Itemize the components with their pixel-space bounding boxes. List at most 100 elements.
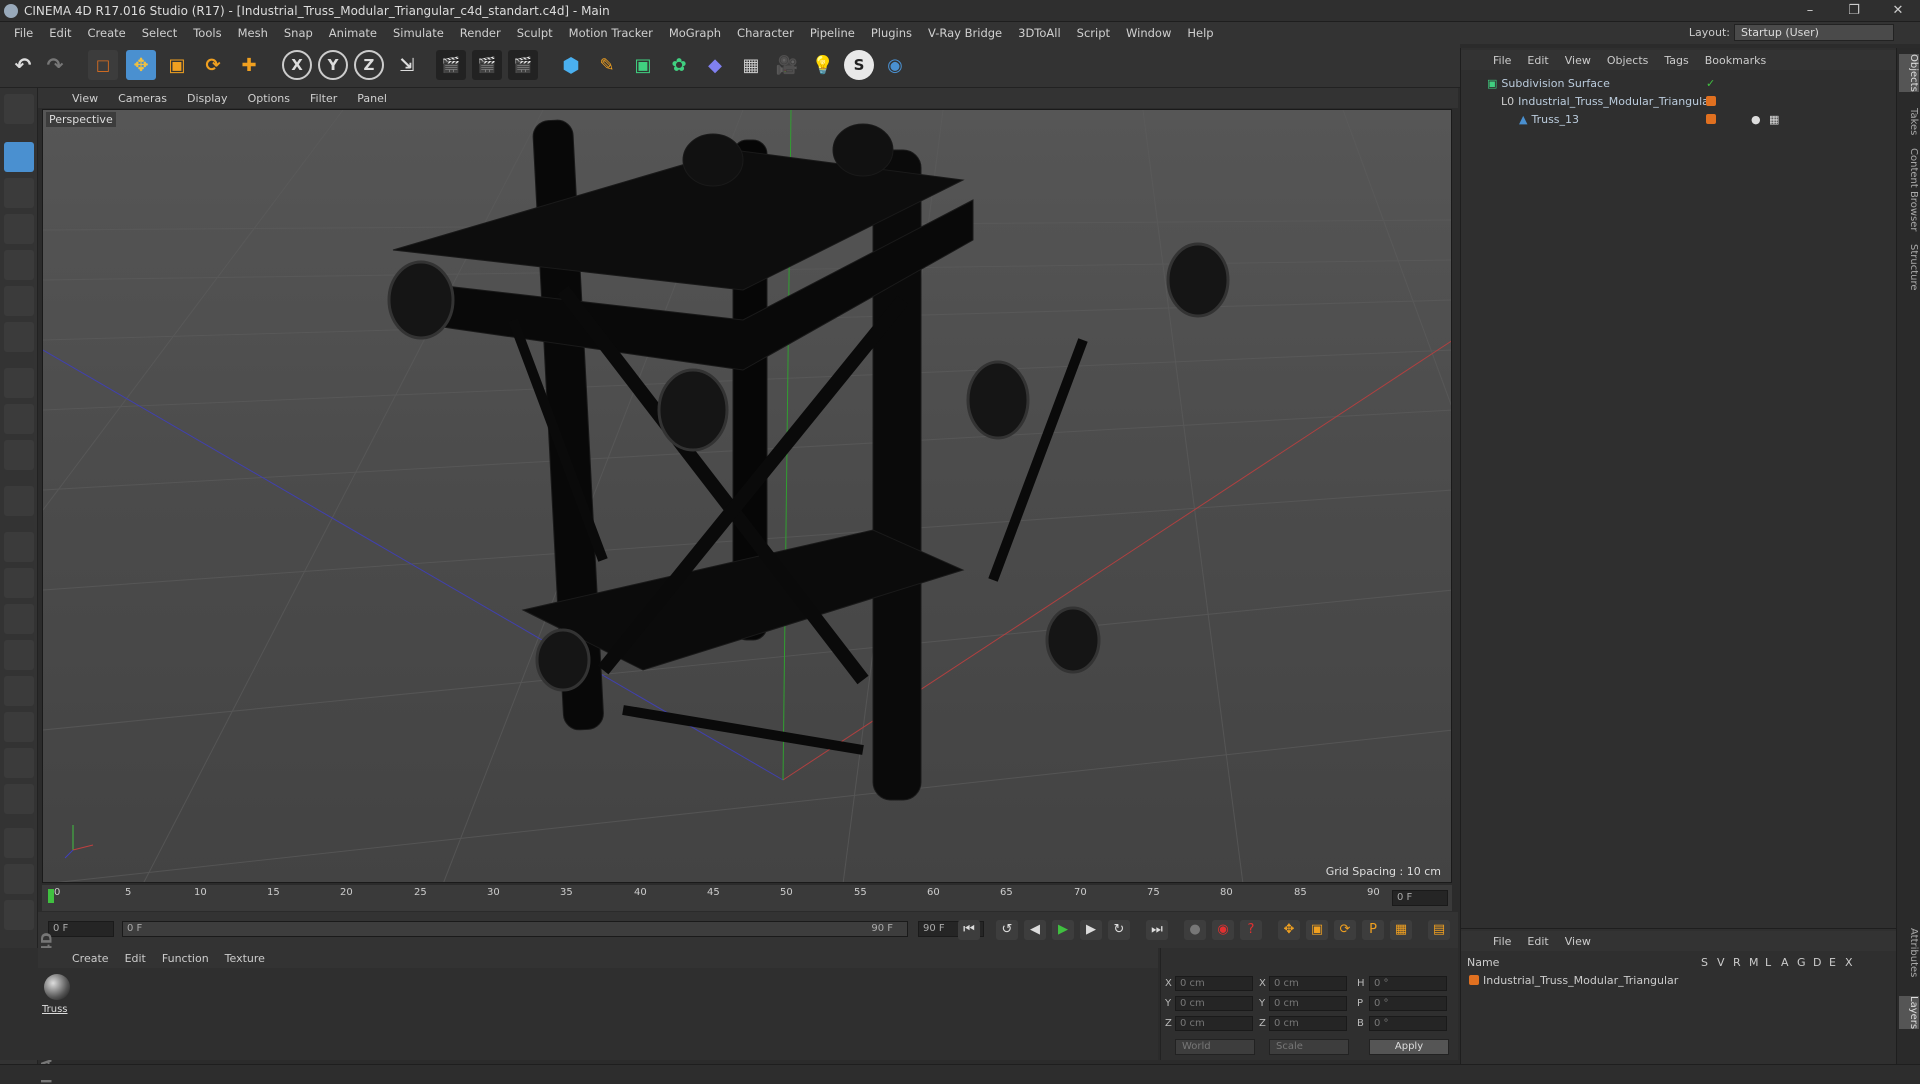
- cube-primitive-icon[interactable]: ⬢: [556, 50, 586, 80]
- rotation-h-field[interactable]: 0 °: [1369, 976, 1447, 991]
- camera-icon[interactable]: 🎥: [772, 50, 802, 80]
- material-menu-create[interactable]: Create: [64, 952, 117, 965]
- size-x-field[interactable]: 0 cm: [1269, 976, 1347, 991]
- layer-menu-edit[interactable]: Edit: [1519, 935, 1556, 948]
- close-button[interactable]: ✕: [1876, 0, 1920, 22]
- scale-icon[interactable]: ▣: [162, 50, 192, 80]
- key-point-level-icon[interactable]: ▦: [1390, 920, 1412, 940]
- tab-content-browser[interactable]: Content Browser: [1899, 148, 1919, 231]
- object-name[interactable]: Industrial_Truss_Modular_Triangular: [1518, 95, 1713, 108]
- render-picture-viewer-icon[interactable]: 🎬: [472, 50, 502, 80]
- menu-help[interactable]: Help: [1179, 26, 1221, 40]
- menu-animate[interactable]: Animate: [321, 26, 385, 40]
- apply-button[interactable]: Apply: [1369, 1039, 1449, 1055]
- workplane-icon[interactable]: [4, 864, 34, 894]
- texture-tag-icon[interactable]: ▦: [1769, 113, 1779, 126]
- texture-mode-icon[interactable]: [4, 178, 34, 208]
- magnet-icon[interactable]: [4, 486, 34, 516]
- snap-point-icon[interactable]: [4, 604, 34, 634]
- menu-vray-bridge[interactable]: V-Ray Bridge: [920, 26, 1010, 40]
- next-frame-icon[interactable]: ▶: [1080, 920, 1102, 940]
- snap-edge-icon[interactable]: [4, 640, 34, 670]
- material-menu-texture[interactable]: Texture: [217, 952, 273, 965]
- deformer-icon[interactable]: ◆: [700, 50, 730, 80]
- previous-key-icon[interactable]: ↺: [996, 920, 1018, 940]
- key-rotation-icon[interactable]: ⟳: [1334, 920, 1356, 940]
- python-script-icon[interactable]: [4, 900, 34, 930]
- menu-character[interactable]: Character: [729, 26, 802, 40]
- material-menu-edit[interactable]: Edit: [117, 952, 154, 965]
- viewport-menu-view[interactable]: View: [62, 92, 108, 105]
- snap-spline-icon[interactable]: [4, 712, 34, 742]
- enabled-check-icon[interactable]: ✓: [1706, 77, 1715, 90]
- layer-name[interactable]: Industrial_Truss_Modular_Triangular: [1483, 974, 1678, 987]
- rotation-p-field[interactable]: 0 °: [1369, 996, 1447, 1011]
- layer-color-swatch[interactable]: [1469, 975, 1479, 985]
- subdivision-generator-icon[interactable]: ▣: [628, 50, 658, 80]
- menu-sculpt[interactable]: Sculpt: [509, 26, 561, 40]
- size-y-field[interactable]: 0 cm: [1269, 996, 1347, 1011]
- workplane-mode-icon[interactable]: [4, 214, 34, 244]
- menu-create[interactable]: Create: [80, 26, 134, 40]
- snap-grid-icon[interactable]: [4, 748, 34, 778]
- snap-guide-icon[interactable]: [4, 784, 34, 814]
- rotation-b-field[interactable]: 0 °: [1369, 1016, 1447, 1031]
- viewport-menu-panel[interactable]: Panel: [347, 92, 397, 105]
- go-to-end-icon[interactable]: ⏭: [1146, 920, 1168, 940]
- polygons-mode-icon[interactable]: [4, 322, 34, 352]
- tab-attributes[interactable]: Attributes: [1899, 928, 1919, 977]
- position-x-field[interactable]: 0 cm: [1175, 976, 1253, 991]
- menu-3dtoall[interactable]: 3DToAll: [1010, 26, 1069, 40]
- viewport-menu-filter[interactable]: Filter: [300, 92, 347, 105]
- object-menu-edit[interactable]: Edit: [1519, 54, 1556, 67]
- menu-pipeline[interactable]: Pipeline: [802, 26, 863, 40]
- model-mode-icon[interactable]: [4, 142, 34, 172]
- go-to-start-icon[interactable]: ⏮: [958, 920, 980, 940]
- viewport-menu-cameras[interactable]: Cameras: [108, 92, 177, 105]
- menu-select[interactable]: Select: [134, 26, 185, 40]
- snap-axis-icon[interactable]: [4, 568, 34, 598]
- material-menu-function[interactable]: Function: [154, 952, 217, 965]
- x-axis-lock-button[interactable]: X: [282, 50, 312, 80]
- menu-mograph[interactable]: MoGraph: [661, 26, 729, 40]
- previous-frame-icon[interactable]: ◀: [1024, 920, 1046, 940]
- script-icon[interactable]: S: [844, 50, 874, 80]
- size-z-field[interactable]: 0 cm: [1269, 1016, 1347, 1031]
- object-row-industrial-truss[interactable]: L0 Industrial_Truss_Modular_Triangular: [1461, 92, 1897, 110]
- object-name[interactable]: Subdivision Surface: [1501, 77, 1609, 90]
- start-frame-field[interactable]: 0 F: [48, 921, 114, 937]
- tab-layers[interactable]: Layers: [1899, 996, 1919, 1030]
- rotate-icon[interactable]: ⟳: [198, 50, 228, 80]
- material-name[interactable]: Truss: [42, 1004, 68, 1015]
- menu-script[interactable]: Script: [1069, 26, 1118, 40]
- minimize-button[interactable]: –: [1788, 0, 1832, 22]
- object-menu-view[interactable]: View: [1557, 54, 1599, 67]
- keyframe-selection-icon[interactable]: ?: [1240, 920, 1262, 940]
- layer-row[interactable]: Industrial_Truss_Modular_Triangular: [1461, 971, 1897, 989]
- play-icon[interactable]: ▶: [1052, 920, 1074, 940]
- coordinate-mode-select[interactable]: Scale: [1269, 1039, 1349, 1055]
- key-scale-icon[interactable]: ▣: [1306, 920, 1328, 940]
- object-menu-tags[interactable]: Tags: [1656, 54, 1696, 67]
- object-row-truss-13[interactable]: ▲ Truss_13 ● ▦: [1461, 110, 1897, 128]
- viewport-menu-display[interactable]: Display: [177, 92, 238, 105]
- position-z-field[interactable]: 0 cm: [1175, 1016, 1253, 1031]
- timeline-ruler[interactable]: 0 5 10 15 20 25 30 35 40 45 50 55 60 65 …: [42, 885, 1452, 911]
- transform-icon[interactable]: ✚: [234, 50, 264, 80]
- redo-icon[interactable]: ↷: [40, 50, 70, 80]
- layer-color-swatch[interactable]: [1706, 114, 1716, 124]
- record-keys-icon[interactable]: ●: [1184, 920, 1206, 940]
- menu-render[interactable]: Render: [452, 26, 509, 40]
- edges-mode-icon[interactable]: [4, 286, 34, 316]
- layer-color-swatch[interactable]: [1706, 96, 1716, 106]
- material-preview-ball[interactable]: [44, 974, 70, 1000]
- tweak-mode-icon[interactable]: [4, 404, 34, 434]
- object-menu-bookmarks[interactable]: Bookmarks: [1697, 54, 1774, 67]
- live-selection-icon[interactable]: □: [88, 50, 118, 80]
- lock-workplane-icon[interactable]: [4, 828, 34, 858]
- floor-icon[interactable]: ▦: [736, 50, 766, 80]
- position-y-field[interactable]: 0 cm: [1175, 996, 1253, 1011]
- menu-plugins[interactable]: Plugins: [863, 26, 920, 40]
- menu-motion-tracker[interactable]: Motion Tracker: [561, 26, 661, 40]
- cloner-icon[interactable]: ✿: [664, 50, 694, 80]
